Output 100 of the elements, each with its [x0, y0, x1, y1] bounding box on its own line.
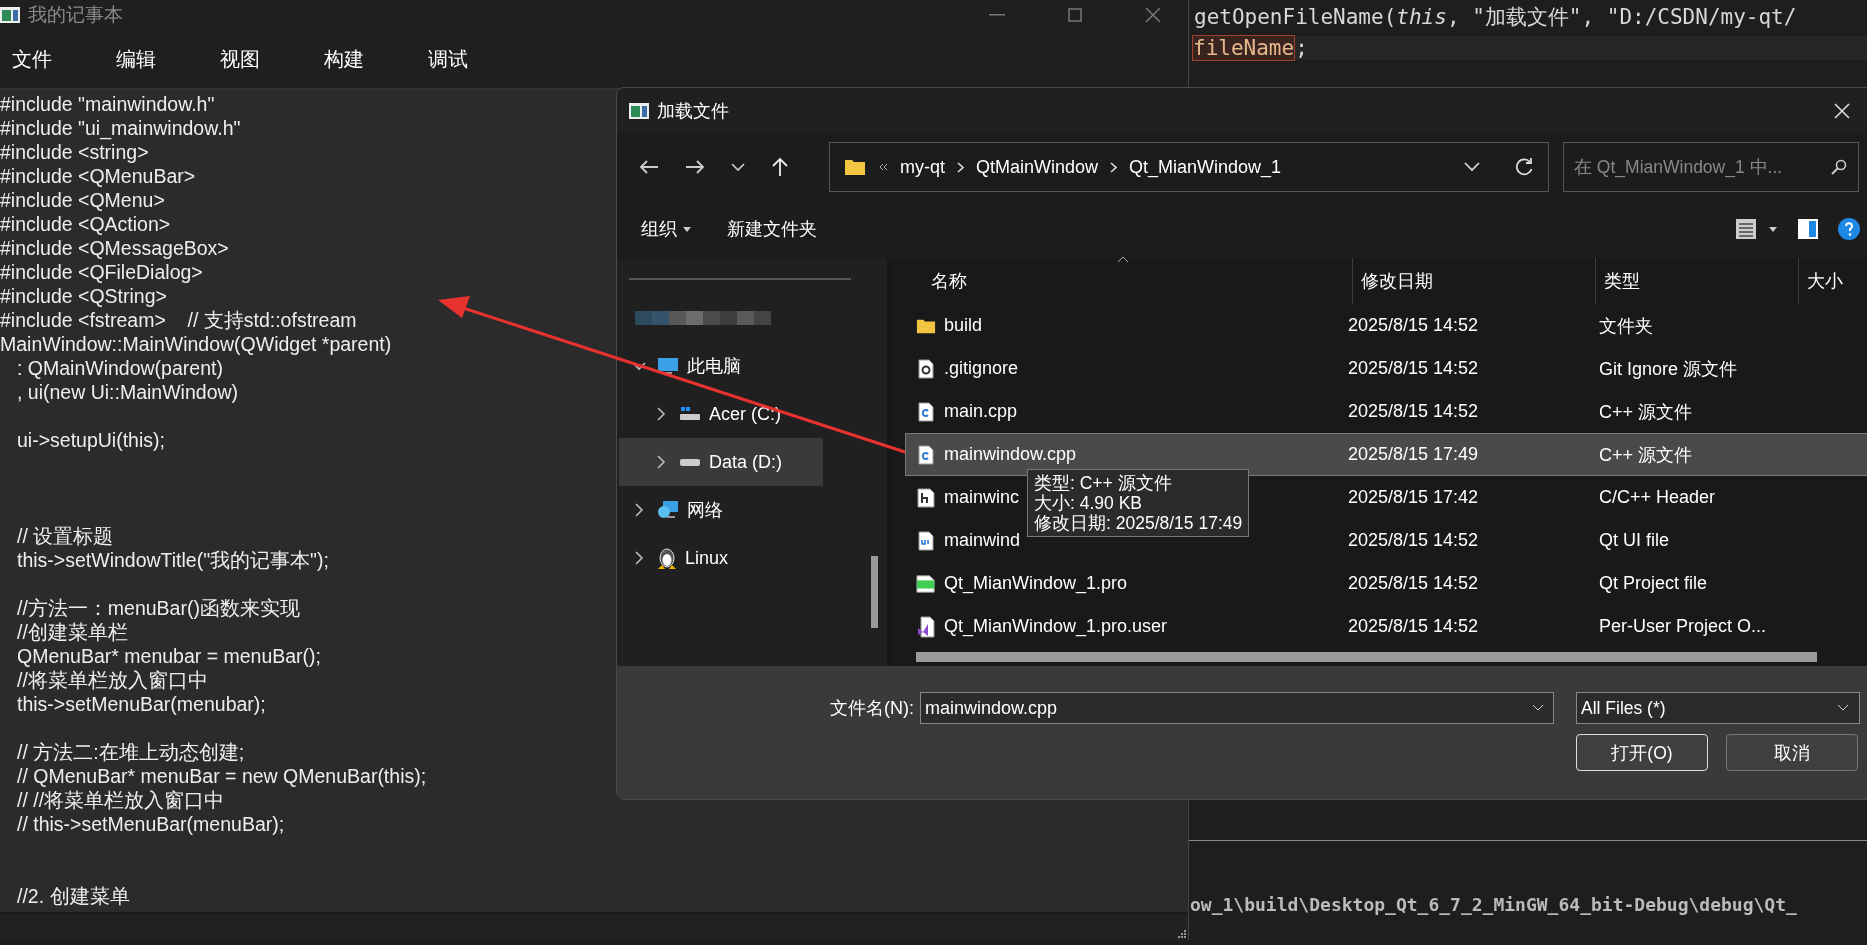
sort-caret-icon [1117, 256, 1129, 263]
filename-field[interactable]: mainwindow.cpp [920, 692, 1554, 724]
code-line: #include <QMessageBox> [0, 237, 229, 259]
chevron-down-icon[interactable] [632, 361, 646, 371]
chevron-right-icon[interactable] [656, 455, 666, 469]
scrollbar-thumb[interactable] [871, 556, 878, 628]
dropdown-icon [1837, 704, 1849, 712]
file-date: 2025/8/15 14:52 [1347, 573, 1480, 594]
code-line: //方法一：menuBar()函数来实现 [17, 597, 300, 619]
file-type: Qt UI file [1598, 530, 1670, 551]
dropdown-icon[interactable] [1464, 162, 1480, 172]
menu-item[interactable]: 视图 [220, 45, 324, 73]
app-icon [0, 7, 20, 23]
header-file-icon [917, 487, 935, 508]
search-field[interactable]: 在 Qt_MianWindow_1 中... [1563, 142, 1859, 192]
code-line: this->setWindowTitle("我的记事本"); [17, 549, 329, 571]
back-arrow-icon [639, 159, 659, 175]
horizontal-scrollbar[interactable] [916, 652, 1817, 662]
field-label: 文件名(N): [830, 697, 914, 720]
new-folder-button[interactable]: 新建文件夹 [727, 217, 817, 241]
file-date: 2025/8/15 17:49 [1347, 444, 1480, 465]
file-date: 2025/8/15 17:42 [1347, 487, 1480, 508]
gear-file-icon [918, 358, 934, 379]
list-view-icon [1735, 218, 1779, 240]
cancel-button[interactable]: 取消 [1726, 734, 1858, 771]
ui-file-icon [918, 530, 934, 551]
file-type-dropdown[interactable]: All Files (*) [1576, 692, 1860, 724]
menu-item[interactable]: 调试 [428, 45, 532, 73]
code-line: // QMenuBar* menuBar = new QMenuBar(this); [17, 765, 427, 787]
code-line: // 方法二:在堆上动态创建; [17, 741, 245, 763]
file-name[interactable]: mainwind [944, 530, 1021, 551]
dropdown-icon[interactable] [1532, 704, 1544, 712]
column-header[interactable]: 修改日期 [1353, 258, 1596, 304]
code-line: // 设置标题 [17, 525, 114, 547]
monitor-icon [657, 357, 679, 375]
file-name[interactable]: Qt_MianWindow_1.pro.user [944, 616, 1168, 637]
menu-item[interactable]: 构建 [324, 45, 428, 73]
nav-item[interactable]: 此电脑 [619, 342, 823, 390]
column-header[interactable]: 名称 [891, 258, 1353, 304]
cpp-file-icon [918, 444, 934, 465]
drive-icon [679, 457, 701, 467]
file-type: Qt Project file [1598, 573, 1709, 594]
up-arrow-icon [771, 157, 789, 177]
file-name[interactable]: .gitignore [944, 358, 1019, 379]
code-line: ui->setupUi(this); [17, 429, 165, 451]
column-header[interactable]: 类型 [1596, 258, 1799, 304]
preview-pane-button[interactable] [1797, 218, 1819, 240]
chevron-down-icon [731, 162, 745, 172]
refresh-icon[interactable] [1514, 157, 1534, 177]
address-bar[interactable]: my-qt QtMainWindow Qt_MianWindow_1 [829, 142, 1549, 192]
file-type: C/C++ Header [1598, 487, 1717, 508]
project-file-icon [916, 573, 936, 594]
file-name[interactable]: mainwindow.cpp [944, 444, 1077, 465]
user-file-icon [917, 615, 935, 638]
organize-menu[interactable]: 组织 [641, 217, 691, 241]
code-line: // this->setMenuBar(menuBar); [17, 813, 285, 835]
chevron-right-icon[interactable] [656, 407, 666, 421]
view-options-button[interactable] [1735, 218, 1779, 240]
breadcrumb-item[interactable]: QtMainWindow [976, 156, 1099, 178]
nav-item[interactable]: Acer (C:) [619, 390, 823, 438]
app-icon [629, 103, 649, 119]
file-name[interactable]: mainwinc [944, 487, 1020, 508]
code-line: #include <QAction> [0, 213, 171, 235]
close-icon [1834, 103, 1850, 119]
highlighted-code: fileName [1192, 35, 1296, 61]
code-line: #include <QMenu> [0, 189, 165, 211]
chevron-right-icon[interactable] [634, 503, 644, 517]
chevron-right-icon[interactable] [634, 551, 644, 565]
nav-item[interactable]: Data (D:) [619, 438, 823, 486]
open-button[interactable]: 打开(O) [1576, 734, 1708, 771]
file-name[interactable]: Qt_MianWindow_1.pro [944, 573, 1128, 594]
code-line: QMenuBar* menubar = menuBar(); [17, 645, 321, 667]
resize-grip-icon[interactable] [1176, 928, 1186, 938]
code-line: #include <QMenuBar> [0, 165, 196, 187]
maximize-icon [1068, 8, 1082, 22]
code-line: #include "mainwindow.h" [0, 93, 215, 115]
minimize-icon [989, 14, 1005, 16]
window-title: 我的记事本 [28, 3, 123, 27]
code-line: // //将菜单栏放入窗口中 [17, 789, 225, 811]
breadcrumb-item[interactable]: Qt_MianWindow_1 [1129, 156, 1282, 178]
breadcrumb-item[interactable]: my-qt [900, 156, 945, 178]
file-date: 2025/8/15 14:52 [1347, 616, 1480, 637]
file-date: 2025/8/15 14:52 [1347, 315, 1480, 336]
code-line: MainWindow::MainWindow(QWidget *parent) [0, 333, 392, 355]
menu-item[interactable]: 文件 [12, 45, 116, 73]
file-date: 2025/8/15 14:52 [1347, 358, 1480, 379]
close-icon [1145, 7, 1161, 23]
caret-icon [683, 226, 691, 232]
code-line: #include "ui_mainwindow.h" [0, 117, 241, 139]
help-button[interactable] [1837, 217, 1861, 241]
nav-item[interactable]: Linux [619, 534, 823, 582]
file-date: 2025/8/15 14:52 [1347, 401, 1480, 422]
menu-item[interactable]: 编辑 [116, 45, 220, 73]
file-name[interactable]: main.cpp [944, 401, 1018, 422]
chevron-right-icon [1110, 161, 1118, 173]
column-header[interactable]: 大小 [1799, 258, 1867, 304]
file-name[interactable]: build [944, 315, 983, 336]
nav-item[interactable]: 网络 [619, 486, 823, 534]
overflow-chevron-icon[interactable] [878, 162, 888, 172]
help-icon [1837, 217, 1861, 241]
